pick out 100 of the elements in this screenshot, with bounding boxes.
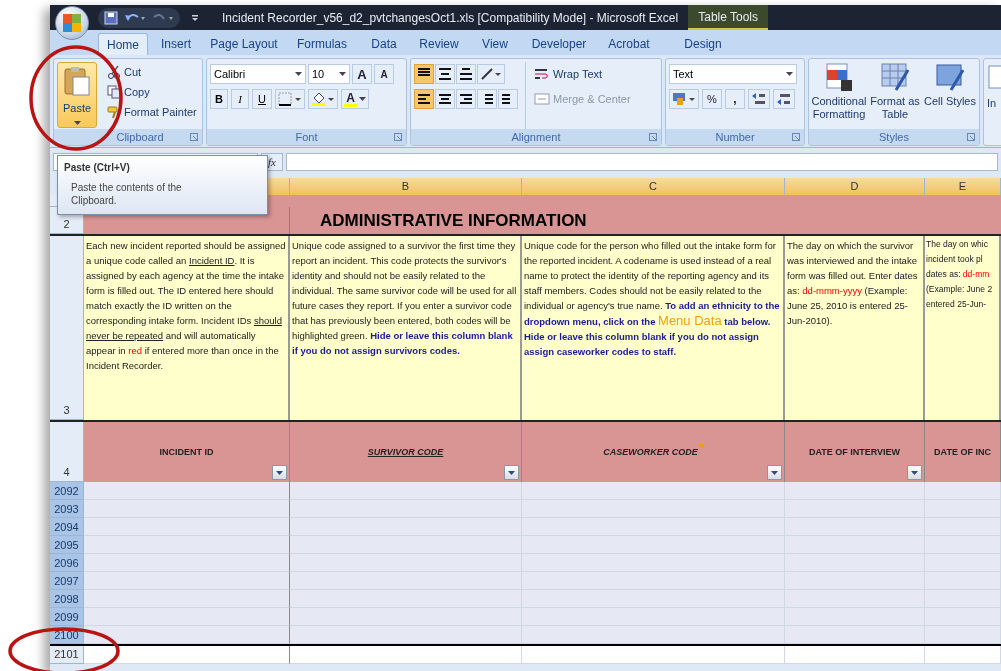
paste-button[interactable]: Paste	[57, 62, 97, 128]
filter-button[interactable]	[272, 465, 287, 480]
scissors-icon	[107, 65, 121, 79]
outdent-button[interactable]	[498, 89, 518, 109]
ribbon-tab[interactable]: View	[470, 33, 520, 55]
table-cell[interactable]	[84, 572, 290, 590]
ribbon-tab[interactable]: Acrobat	[598, 33, 660, 55]
ribbon-tab[interactable]: Review	[410, 33, 468, 55]
format-painter-button[interactable]: Format Painter	[105, 102, 199, 122]
comma-button[interactable]: ,	[725, 89, 745, 109]
column-header[interactable]: C	[522, 178, 785, 197]
ribbon-tab[interactable]: Data	[360, 33, 408, 55]
row-header[interactable]: 2098	[50, 590, 84, 608]
merged-cell[interactable]: ADMINISTRATIVE INFORMATION	[290, 207, 1001, 234]
table-cell[interactable]	[84, 626, 290, 644]
orientation-button[interactable]	[477, 64, 505, 84]
office-button[interactable]	[55, 6, 89, 40]
table-cell[interactable]	[84, 646, 290, 664]
align-left-icon	[417, 92, 431, 106]
font-color-button[interactable]: A	[341, 89, 369, 109]
cell-styles-button[interactable]: Cell Styles	[924, 62, 976, 129]
top-align-button[interactable]	[414, 64, 434, 84]
center-button[interactable]	[435, 89, 455, 109]
row-header[interactable]: 2095	[50, 536, 84, 554]
row-header[interactable]: 2094	[50, 518, 84, 536]
row-header[interactable]: 2096	[50, 554, 84, 572]
table-cell[interactable]	[84, 608, 290, 626]
row-header[interactable]: 2099	[50, 608, 84, 626]
table-cell[interactable]	[84, 536, 290, 554]
column-header[interactable]: D	[785, 178, 925, 197]
copy-icon	[107, 85, 121, 99]
ribbon-tab[interactable]: Insert	[150, 33, 202, 55]
row-header[interactable]: 2097	[50, 572, 84, 590]
font-size-field[interactable]: 10	[308, 64, 350, 84]
merge-cells-icon	[534, 92, 550, 106]
table-cell[interactable]: The day on whic incident took pl dates as: dd-mm (Example: June 2 entered 25-Jun-	[925, 236, 1001, 420]
shrink-font-button[interactable]: A	[374, 64, 394, 84]
italic-button[interactable]: I	[231, 89, 249, 109]
table-cell[interactable]	[84, 500, 290, 518]
filter-button[interactable]	[504, 465, 519, 480]
table-brush-icon	[880, 62, 910, 92]
ribbon-tab[interactable]: Developer	[522, 33, 596, 55]
header-cell[interactable]: CASEWORKER CODE	[522, 422, 785, 482]
ribbon-tab[interactable]: Home	[98, 33, 148, 55]
table-cell[interactable]	[84, 482, 290, 500]
ribbon-tab[interactable]: Design	[668, 33, 738, 55]
dropdown-arrow-icon	[771, 470, 778, 475]
filter-button[interactable]	[907, 465, 922, 480]
column-header[interactable]	[268, 178, 290, 197]
cut-button[interactable]: Cut	[105, 62, 199, 82]
row-header[interactable]: 4	[50, 422, 84, 482]
borders-button[interactable]	[275, 89, 305, 109]
table-cell[interactable]	[84, 554, 290, 572]
number-format-field[interactable]: Text	[669, 64, 797, 84]
row-header[interactable]: 2093	[50, 500, 84, 518]
column-title: INCIDENT ID	[159, 446, 214, 459]
header-cell[interactable]: DATE OF INC	[925, 422, 1001, 482]
column-header[interactable]: E	[925, 178, 1001, 197]
align-left-button[interactable]	[414, 89, 434, 109]
table-cell[interactable]	[84, 236, 290, 420]
column-title: CASEWORKER CODE	[603, 446, 698, 459]
copy-button[interactable]: Copy	[105, 82, 199, 102]
bold-button[interactable]: B	[210, 89, 228, 109]
header-cell[interactable]: INCIDENT ID	[84, 422, 290, 482]
font-name-field[interactable]: Calibri	[210, 64, 306, 84]
underline-button[interactable]: U	[252, 89, 272, 109]
center-icon	[438, 92, 452, 106]
dropdown-arrow-icon	[295, 72, 302, 76]
bottom-align-button[interactable]	[456, 64, 476, 84]
ribbon-tab[interactable]: Formulas	[286, 33, 358, 55]
grow-font-button[interactable]: A	[352, 64, 372, 84]
row-header[interactable]: 3	[50, 236, 84, 420]
wrap-text-button[interactable]: Wrap Text	[532, 64, 633, 84]
tooltip-title: Paste (Ctrl+V)	[64, 161, 130, 175]
section-title: ADMINISTRATIVE INFORMATION	[320, 209, 587, 232]
format-as-table-button[interactable]: Format as Table	[869, 62, 921, 129]
fill-color-button[interactable]	[308, 89, 338, 109]
header-cell[interactable]: SURVIVOR CODE	[290, 422, 522, 482]
decrease-decimal-button[interactable]	[773, 89, 795, 109]
row-header[interactable]: 2101	[50, 646, 84, 664]
table-cell[interactable]	[84, 518, 290, 536]
conditional-formatting-button[interactable]: Conditional Formatting	[812, 62, 866, 129]
formula-field[interactable]	[286, 153, 998, 171]
column-header[interactable]: B	[290, 178, 522, 197]
accounting-format-button[interactable]	[669, 89, 699, 109]
table-cell[interactable]: The day on which the survivor was interviewed and the intake form was filled out. Enter dates as: dd-mmm-yyyy (Example: June 25, 2010 is entered 25-Jun-2010).	[785, 236, 925, 420]
middle-align-button[interactable]	[435, 64, 455, 84]
group-label: Clipboard	[116, 129, 164, 145]
paintbrush-icon	[107, 105, 121, 119]
align-right-button[interactable]	[456, 89, 476, 109]
table-cell[interactable]	[522, 236, 785, 420]
row-header[interactable]: 2092	[50, 482, 84, 500]
filter-button[interactable]	[767, 465, 782, 480]
table-cell[interactable]	[290, 236, 522, 420]
ribbon-tab[interactable]: Page Layout	[204, 33, 284, 55]
header-cell[interactable]: DATE OF INTERVIEW	[785, 422, 925, 482]
increase-decimal-button[interactable]	[748, 89, 770, 109]
table-cell[interactable]	[84, 590, 290, 608]
percent-button[interactable]: %	[702, 89, 722, 109]
indent-button[interactable]	[477, 89, 497, 109]
